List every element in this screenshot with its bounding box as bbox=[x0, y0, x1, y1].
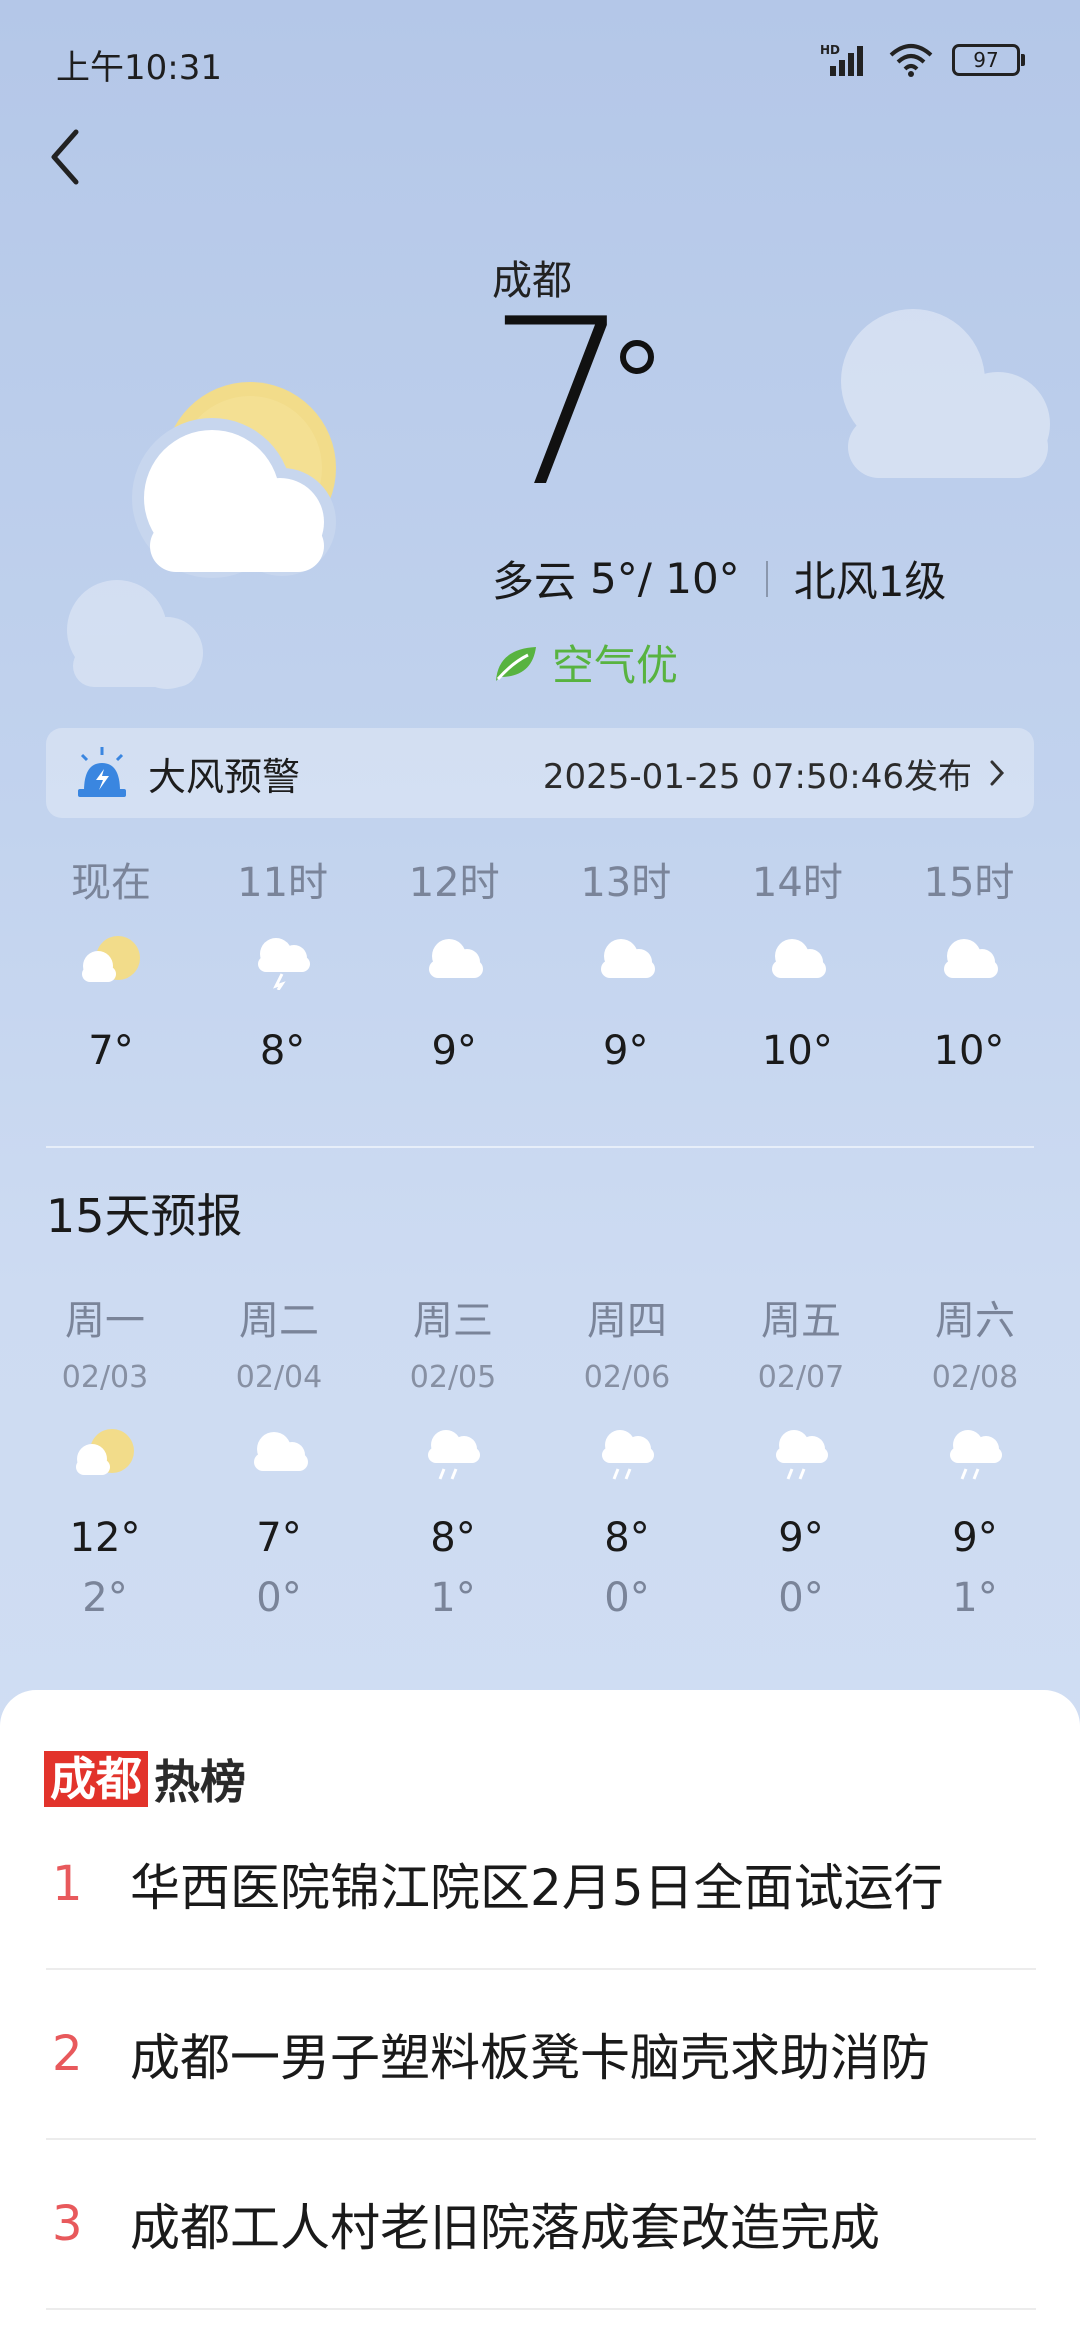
day-low: 2° bbox=[82, 1575, 128, 1621]
hour-temp: 7° bbox=[88, 1028, 134, 1074]
svg-text:HD: HD bbox=[820, 43, 840, 57]
battery-icon: 97 bbox=[952, 44, 1025, 76]
leaf-icon bbox=[496, 646, 536, 681]
forecast-day[interactable]: 周六 02/08 9° 1° bbox=[900, 1288, 1050, 1621]
cloud-icon bbox=[429, 939, 484, 978]
hour-label: 15时 bbox=[923, 860, 1015, 906]
air-quality[interactable]: 空气优 bbox=[492, 632, 678, 693]
day-name: 周二 bbox=[239, 1298, 319, 1344]
day-date: 02/04 bbox=[235, 1360, 323, 1395]
hot-item-title: 成都一男子塑料板凳卡脑壳求助消防 bbox=[130, 2029, 930, 2087]
alarm-icon bbox=[78, 747, 126, 797]
rank-number: 3 bbox=[52, 2196, 83, 2252]
cloud-icon bbox=[600, 939, 655, 978]
day-date: 02/08 bbox=[931, 1360, 1019, 1395]
forecast-day[interactable]: 周二 02/04 7° 0° bbox=[204, 1288, 354, 1621]
rain-cloud-icon bbox=[428, 1430, 480, 1480]
hour-label: 11时 bbox=[237, 860, 329, 906]
warning-time: 2025-01-25 07:50:46发布 bbox=[542, 756, 972, 797]
wind-text: 北风1级 bbox=[793, 557, 947, 606]
day-date: 02/07 bbox=[757, 1360, 845, 1395]
wifi-icon bbox=[889, 44, 933, 77]
day-name: 周一 bbox=[65, 1298, 145, 1344]
rank-number: 2 bbox=[52, 2026, 83, 2082]
back-arrow-icon[interactable] bbox=[42, 122, 92, 192]
hour-temp: 10° bbox=[761, 1028, 833, 1074]
day-low: 0° bbox=[604, 1575, 650, 1621]
hour-temp: 10° bbox=[933, 1028, 1005, 1074]
day-name: 周六 bbox=[935, 1298, 1015, 1344]
temp-range: 5°/ 10° bbox=[590, 554, 740, 603]
forecast-day[interactable]: 周一 02/03 12° 2° bbox=[30, 1288, 180, 1621]
chevron-right-icon bbox=[990, 760, 1005, 786]
daily-forecast[interactable]: 周一 02/03 12° 2° 周二 02/04 7° 0° 周三 02/05 … bbox=[30, 1288, 1050, 1621]
hour-label: 现在 bbox=[71, 860, 151, 906]
day-name: 周五 bbox=[761, 1298, 841, 1344]
day-date: 02/03 bbox=[61, 1360, 149, 1395]
hot-list-item[interactable]: 2 成都一男子塑料板凳卡脑壳求助消防 bbox=[46, 1970, 1036, 2140]
hour-temp: 9° bbox=[431, 1028, 477, 1074]
cloud-icon bbox=[772, 939, 827, 978]
partly-cloudy-icon bbox=[76, 1429, 134, 1475]
brand-city: 成都 bbox=[44, 1751, 148, 1807]
degree-symbol bbox=[620, 340, 654, 374]
weather-warning-bar[interactable]: 大风预警 2025-01-25 07:50:46发布 bbox=[46, 728, 1034, 818]
status-icons: HD 97 bbox=[820, 42, 1025, 78]
divider bbox=[765, 560, 768, 597]
warning-title: 大风预警 bbox=[148, 754, 301, 799]
hot-item-title: 成都工人村老旧院落成套改造完成 bbox=[130, 2199, 880, 2257]
day-high: 9° bbox=[952, 1515, 998, 1561]
day-low: 0° bbox=[256, 1575, 302, 1621]
day-high: 7° bbox=[256, 1515, 302, 1561]
hour-label: 13时 bbox=[580, 860, 672, 906]
hourly-item: 14时 10° bbox=[732, 850, 862, 1074]
hot-item-title: 华西医院锦江院区2月5日全面试运行 bbox=[130, 1859, 944, 1917]
hourly-item: 11时 8° bbox=[218, 850, 348, 1074]
hourly-item: 12时 9° bbox=[389, 850, 519, 1074]
day-date: 02/05 bbox=[409, 1360, 497, 1395]
signal-icon: HD bbox=[820, 43, 863, 76]
day-high: 12° bbox=[69, 1515, 141, 1561]
condition-row: 多云 5°/ 10° 北风1级 bbox=[492, 548, 946, 609]
hot-list-item[interactable]: 3 成都工人村老旧院落成套改造完成 bbox=[46, 2140, 1036, 2310]
condition-text: 多云 bbox=[492, 557, 577, 606]
rain-cloud-icon bbox=[602, 1430, 654, 1480]
rank-number: 1 bbox=[52, 1856, 83, 1912]
day-name: 周四 bbox=[587, 1298, 667, 1344]
cloud-icon bbox=[943, 939, 998, 978]
hourly-item: 13时 9° bbox=[561, 850, 691, 1074]
current-temperature: 7 bbox=[486, 271, 633, 538]
divider-line bbox=[46, 1146, 1034, 1148]
air-quality-label: 空气优 bbox=[552, 641, 679, 690]
partly-cloudy-illustration bbox=[132, 382, 336, 578]
day-high: 8° bbox=[604, 1515, 650, 1561]
day-low: 1° bbox=[430, 1575, 476, 1621]
day-low: 0° bbox=[778, 1575, 824, 1621]
partly-cloudy-icon bbox=[82, 936, 140, 982]
forecast-day[interactable]: 周五 02/07 9° 0° bbox=[726, 1288, 876, 1621]
hour-temp: 9° bbox=[603, 1028, 649, 1074]
forecast-title[interactable]: 15天预报 bbox=[46, 1180, 243, 1246]
rain-cloud-icon bbox=[950, 1430, 1002, 1480]
day-low: 1° bbox=[952, 1575, 998, 1621]
thunder-cloud-icon bbox=[257, 938, 310, 990]
hourly-forecast: 现在 7° 11时 8° 12时 9° 13时 9° 14时 10° 15时 1… bbox=[46, 850, 1034, 1074]
hour-temp: 8° bbox=[259, 1028, 306, 1074]
forecast-day[interactable]: 周四 02/06 8° 0° bbox=[552, 1288, 702, 1621]
status-time: 上午10:31 bbox=[56, 48, 222, 88]
hourly-item: 现在 7° bbox=[46, 850, 176, 1074]
day-date: 02/06 bbox=[583, 1360, 671, 1395]
cloud-icon bbox=[254, 1432, 308, 1471]
rain-cloud-icon bbox=[776, 1430, 828, 1480]
hot-list-item[interactable]: 1 华西医院锦江院区2月5日全面试运行 bbox=[46, 1800, 1036, 1970]
day-high: 8° bbox=[430, 1515, 476, 1561]
day-high: 9° bbox=[778, 1515, 824, 1561]
hour-label: 14时 bbox=[751, 860, 843, 906]
hourly-item: 15时 10° bbox=[904, 850, 1034, 1074]
day-name: 周三 bbox=[413, 1298, 493, 1344]
forecast-day[interactable]: 周三 02/05 8° 1° bbox=[378, 1288, 528, 1621]
hour-label: 12时 bbox=[408, 860, 500, 906]
background-cloud-icon bbox=[841, 309, 1050, 478]
